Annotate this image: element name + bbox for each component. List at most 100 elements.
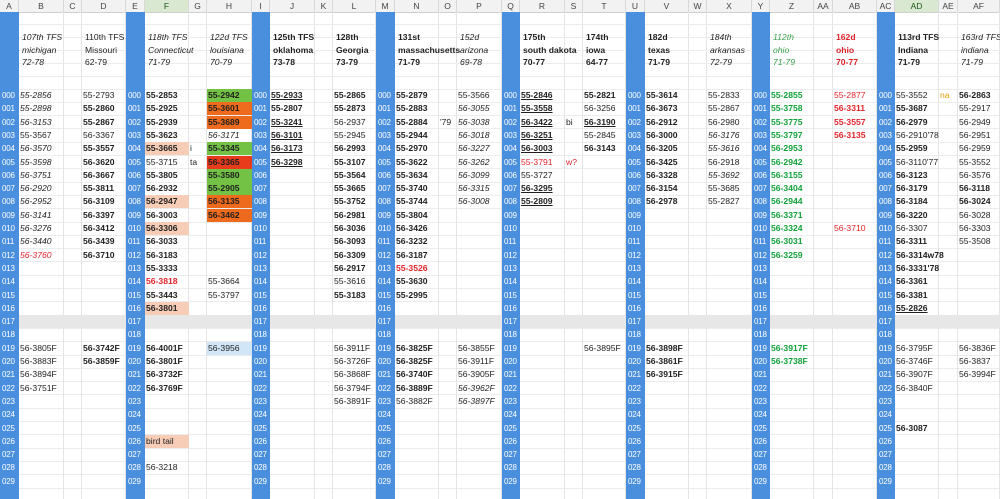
cell-f-12[interactable]: 56-3183 — [145, 249, 178, 262]
cell-h-8[interactable]: 56-3135 — [207, 195, 252, 209]
cell-d-19[interactable]: 56-3742F — [82, 342, 120, 355]
cell-z-20[interactable]: 56-3738F — [770, 355, 808, 368]
cell-j-3[interactable]: 56-3101 — [270, 129, 303, 142]
cell-l-4[interactable]: 56-2993 — [333, 142, 366, 155]
cell-r-1[interactable]: 55-3558 — [520, 102, 553, 115]
column-header-v[interactable]: V — [645, 0, 689, 12]
cell-af-6[interactable]: 56-3576 — [958, 169, 991, 182]
cell-v-0[interactable]: 55-3614 — [645, 89, 678, 102]
cell-n-9[interactable]: 55-3804 — [395, 209, 428, 222]
column-header-a[interactable]: A — [0, 0, 19, 12]
cell-r-3[interactable]: 56-3251 — [520, 129, 553, 142]
cell-t-4[interactable]: 56-3143 — [583, 142, 616, 155]
cell-af-4[interactable]: 56-2959 — [958, 142, 991, 155]
cell-af-1[interactable]: 55-2917 — [958, 102, 991, 115]
cell-l-5[interactable]: 55-3107 — [333, 156, 366, 169]
column-header-u[interactable]: U — [626, 0, 645, 12]
cell-af-21[interactable]: 56-3994F — [958, 368, 996, 381]
column-header-g[interactable]: G — [189, 0, 207, 12]
column-header-m[interactable]: M — [376, 0, 395, 12]
cell-n-3[interactable]: 55-2944 — [395, 129, 428, 142]
cell-v-6[interactable]: 56-3328 — [645, 169, 678, 182]
cell-af-11[interactable]: 55-3508 — [958, 235, 991, 248]
cell-ab-3[interactable]: 56-3135 — [833, 129, 866, 142]
cell-b-0[interactable]: 55-2856 — [19, 89, 52, 102]
cell-r-7[interactable]: 56-3295 — [520, 182, 553, 195]
cell-h-14[interactable]: 55-3664 — [207, 275, 240, 288]
cell-z-9[interactable]: 56-3371 — [770, 209, 803, 222]
cell-d-8[interactable]: 56-3109 — [82, 195, 115, 208]
column-header-p[interactable]: P — [457, 0, 502, 12]
column-header-s[interactable]: S — [565, 0, 583, 12]
cell-af-2[interactable]: 56-2949 — [958, 116, 991, 129]
cell-n-13[interactable]: 55-3526 — [395, 262, 428, 275]
column-header-af[interactable]: AF — [958, 0, 1000, 12]
cell-n-12[interactable]: 56-3187 — [395, 249, 428, 262]
cell-ad-5[interactable]: 56-3110'77 — [895, 156, 938, 169]
cell-f-1[interactable]: 55-2925 — [145, 102, 178, 115]
cell-l-11[interactable]: 56-3093 — [333, 235, 366, 248]
cell-z-5[interactable]: 56-2942 — [770, 156, 803, 169]
cell-p-5[interactable]: 56-3262 — [457, 156, 490, 169]
cell-z-3[interactable]: 55-3797 — [770, 129, 803, 142]
cell-ad-11[interactable]: 56-3311 — [895, 235, 927, 248]
cell-l-20[interactable]: 56-3726F — [333, 355, 371, 368]
cell-ad-1[interactable]: 55-3687 — [895, 102, 928, 115]
cell-n-0[interactable]: 55-2879 — [395, 89, 428, 102]
cell-ad-9[interactable]: 56-3220 — [895, 209, 928, 222]
column-header-h[interactable]: H — [207, 0, 252, 12]
cell-v-8[interactable]: 56-2978 — [645, 195, 678, 208]
cell-j-4[interactable]: 56-3173 — [270, 142, 303, 155]
cell-j-2[interactable]: 55-3241 — [270, 116, 303, 129]
column-header-ad[interactable]: AD — [895, 0, 939, 12]
cell-b-5[interactable]: 55-3598 — [19, 156, 52, 169]
cell-l-3[interactable]: 55-2945 — [333, 129, 366, 142]
cell-d-0[interactable]: 55-2793 — [82, 89, 115, 102]
cell-l-13[interactable]: 56-2917 — [333, 262, 366, 275]
cell-ab-2[interactable]: 55-3557 — [833, 116, 866, 129]
cell-f-4[interactable]: 55-3665 — [145, 142, 189, 156]
cell-d-6[interactable]: 56-3667 — [82, 169, 115, 182]
cell-ad-22[interactable]: 56-3840F — [895, 382, 933, 395]
cell-d-7[interactable]: 55-3811 — [82, 182, 114, 195]
cell-f-3[interactable]: 55-3623 — [145, 129, 178, 142]
cell-s-2[interactable]: bi — [565, 116, 573, 129]
cell-n-1[interactable]: 55-2883 — [395, 102, 428, 115]
cell-n-7[interactable]: 55-3740 — [395, 182, 428, 195]
cell-f-28[interactable]: 56-3218 — [145, 461, 178, 474]
cell-b-12[interactable]: 56-3760 — [19, 249, 52, 262]
cell-n-8[interactable]: 55-3744 — [395, 195, 428, 208]
cell-b-22[interactable]: 56-3751F — [19, 382, 57, 395]
cell-f-20[interactable]: 56-3801F — [145, 355, 183, 368]
cell-d-9[interactable]: 56-3397 — [82, 209, 115, 222]
cell-d-11[interactable]: 56-3439 — [82, 235, 115, 248]
cell-h-4[interactable]: 55-3345 — [207, 142, 252, 156]
cell-af-19[interactable]: 56-3836F — [958, 342, 996, 355]
cell-p-6[interactable]: 56-3099 — [457, 169, 490, 182]
cell-ae-0[interactable]: na — [939, 89, 950, 102]
cell-h-15[interactable]: 55-3797 — [207, 289, 240, 302]
cell-af-5[interactable]: 55-3552 — [958, 156, 991, 169]
cell-v-21[interactable]: 56-3915F — [645, 368, 683, 381]
spreadsheet-grid[interactable]: A B C D E F G H I J K L M N O P Q R S T U V W X Y Z AA AB AC AD AE AF 00… — [0, 0, 1000, 499]
cell-n-23[interactable]: 56-3882F — [395, 395, 433, 408]
cell-j-5[interactable]: 56-3298 — [270, 156, 303, 169]
cell-p-21[interactable]: 56-3905F — [457, 368, 495, 381]
cell-ad-12[interactable]: 56-3314w78 — [895, 249, 944, 262]
cell-f-15[interactable]: 55-3443 — [145, 289, 178, 302]
column-header-ab[interactable]: AB — [833, 0, 877, 12]
cell-af-3[interactable]: 56-2951 — [958, 129, 991, 142]
column-header-aa[interactable]: AA — [814, 0, 833, 12]
cell-x-7[interactable]: 55-3685 — [707, 182, 740, 195]
cell-h-0[interactable]: 55-2942 — [207, 89, 252, 102]
cell-l-14[interactable]: 55-3616 — [333, 275, 366, 288]
cell-ad-4[interactable]: 55-2959 — [895, 142, 928, 155]
cell-f-11[interactable]: 56-3033 — [145, 235, 178, 248]
cell-ad-15[interactable]: 56-3381 — [895, 289, 928, 302]
cell-ad-2[interactable]: 56-2979 — [895, 116, 928, 129]
cell-l-7[interactable]: 55-3665 — [333, 182, 366, 195]
cell-l-9[interactable]: 56-2981 — [333, 209, 366, 222]
cell-ad-21[interactable]: 56-3907F — [895, 368, 933, 381]
cell-ad-20[interactable]: 56-3746F — [895, 355, 933, 368]
cell-f-14[interactable]: 56-3818 — [145, 275, 178, 288]
